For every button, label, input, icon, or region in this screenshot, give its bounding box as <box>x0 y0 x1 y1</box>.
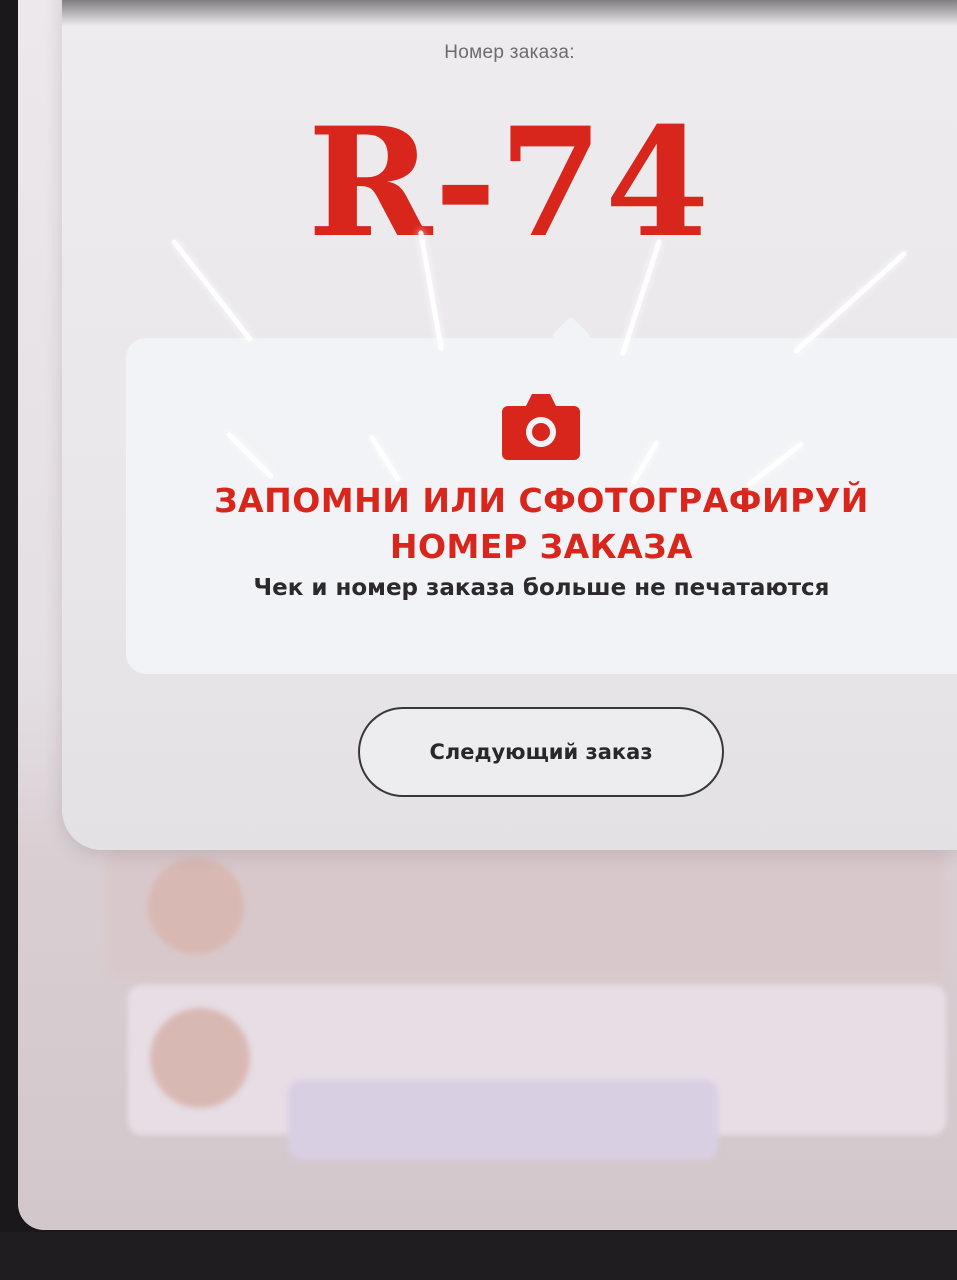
background-avatar <box>148 858 244 954</box>
kiosk-bottom-frame <box>0 1232 957 1280</box>
background-avatar <box>150 1008 250 1108</box>
camera-icon <box>502 394 580 460</box>
headline-line-1: ЗАПОМНИ ИЛИ СФОТОГРАФИРУЙ <box>214 481 869 520</box>
background-panel <box>288 1080 718 1160</box>
top-edge-shadow <box>62 0 957 26</box>
next-order-button[interactable]: Следующий заказ <box>358 707 724 797</box>
photo-reminder-headline: ЗАПОМНИ ИЛИ СФОТОГРАФИРУЙ НОМЕР ЗАКАЗА <box>126 478 957 570</box>
order-confirmation-dialog: Номер заказа: R-74 ЗАПОМНИ ИЛИ СФОТОГРАФ… <box>62 0 957 850</box>
kiosk-screen: Номер заказа: R-74 ЗАПОМНИ ИЛИ СФОТОГРАФ… <box>18 0 957 1230</box>
headline-line-2: НОМЕР ЗАКАЗА <box>389 527 694 566</box>
receipt-notice: Чек и номер заказа больше не печатаются <box>253 575 830 601</box>
order-number: R-74 <box>307 95 712 271</box>
order-number-label: Номер заказа: <box>444 42 575 63</box>
